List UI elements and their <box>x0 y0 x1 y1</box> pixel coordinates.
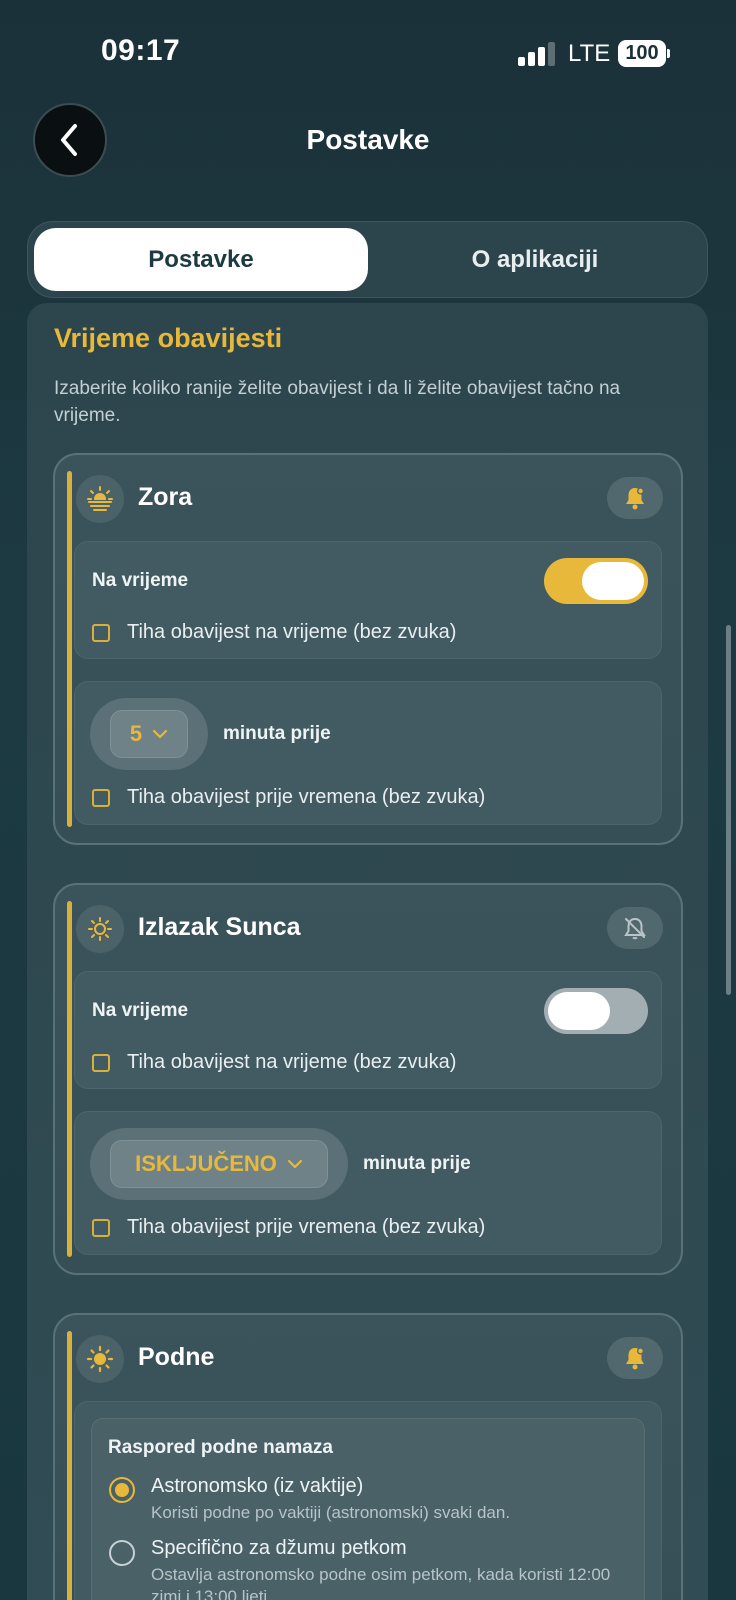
scrollbar[interactable] <box>726 625 731 995</box>
segmented-tabs: Postavke O aplikaciji <box>27 221 708 298</box>
radio-description: Koristi podne po vaktiji (astronomski) s… <box>151 1503 511 1522</box>
card-title: Podne <box>138 1343 215 1371</box>
picker-value: ISKLJUČENO <box>135 1151 277 1176</box>
notification-bell-button[interactable] <box>607 477 663 519</box>
bell-off-icon <box>624 917 646 940</box>
prayer-card-podne: Podne Raspored podne namaza Astronomsko … <box>53 1313 683 1600</box>
battery-icon: 100 <box>618 40 670 67</box>
card-accent-bar <box>67 901 72 1257</box>
card-accent-bar <box>67 471 72 827</box>
prayer-card-izlazak-sunca: Izlazak Sunca Na vrijeme Tiha obavijest … <box>53 883 683 1275</box>
battery-level: 100 <box>618 40 666 67</box>
sunrise-horizon-icon <box>76 475 124 523</box>
section-description: Izaberite koliko ranije želite obavijest… <box>54 378 621 426</box>
before-section: ISKLJUČENO minuta prije Tiha obavijest p… <box>74 1111 662 1255</box>
silent-on-time-checkbox[interactable]: Tiha obavijest na vrijeme (bez zvuka) <box>92 1051 456 1074</box>
section-title: Vrijeme obavijesti <box>54 323 283 353</box>
notification-bell-button[interactable] <box>607 907 663 949</box>
tab-postavke[interactable]: Postavke <box>34 228 368 291</box>
minutes-before-label: minuta prije <box>363 1153 471 1174</box>
silent-before-checkbox[interactable]: Tiha obavijest prije vremena (bez zvuka) <box>92 1216 485 1239</box>
sun-small-icon <box>76 905 124 953</box>
sun-icon <box>76 1335 124 1383</box>
checkbox-label: Tiha obavijest prije vremena (bez zvuka) <box>127 1216 486 1238</box>
settings-panel: Vrijeme obavijesti Izaberite koliko rani… <box>27 303 708 1600</box>
schedule-section: Raspored podne namaza Astronomsko (iz va… <box>74 1401 662 1600</box>
chevron-down-icon <box>287 1159 302 1169</box>
notification-bell-button[interactable] <box>607 1337 663 1379</box>
radio-description: Ostavlja astronomsko podne osim petkom, … <box>151 1565 611 1600</box>
minutes-picker[interactable]: ISKLJUČENO <box>90 1128 348 1200</box>
signal-icon <box>518 42 556 66</box>
tab-o-aplikaciji[interactable]: O aplikaciji <box>368 228 702 291</box>
on-time-toggle[interactable] <box>544 558 648 604</box>
card-accent-bar <box>67 1331 72 1600</box>
checkbox-label: Tiha obavijest na vrijeme (bez zvuka) <box>127 1051 457 1073</box>
schedule-title: Raspored podne namaza <box>108 1437 333 1458</box>
network-label: LTE <box>568 40 611 67</box>
bell-on-icon <box>626 1347 644 1370</box>
on-time-toggle[interactable] <box>544 988 648 1034</box>
chevron-down-icon <box>153 729 168 739</box>
radio-astronomsko[interactable] <box>109 1477 135 1503</box>
radio-dzuma[interactable] <box>109 1540 135 1566</box>
page-title: Postavke <box>306 124 430 155</box>
on-time-label: Na vrijeme <box>92 570 189 591</box>
checkbox-label: Tiha obavijest prije vremena (bez zvuka) <box>127 786 486 808</box>
silent-on-time-checkbox[interactable]: Tiha obavijest na vrijeme (bez zvuka) <box>92 621 456 644</box>
radio-label: Astronomsko (iz vaktije) <box>151 1475 364 1497</box>
prayer-card-zora: Zora Na vrijeme Tiha obavijest na vrijem… <box>53 453 683 845</box>
on-time-section: Na vrijeme Tiha obavijest na vrijeme (be… <box>74 971 662 1089</box>
card-title: Izlazak Sunca <box>138 913 301 941</box>
checkbox-label: Tiha obavijest na vrijeme (bez zvuka) <box>127 621 457 643</box>
minutes-before-label: minuta prije <box>223 723 331 744</box>
picker-value: 5 <box>129 721 143 746</box>
card-title: Zora <box>138 483 193 511</box>
before-section: 5 minuta prije Tiha obavijest prije vrem… <box>74 681 662 825</box>
bell-on-icon <box>626 487 644 510</box>
silent-before-checkbox[interactable]: Tiha obavijest prije vremena (bez zvuka) <box>92 786 485 809</box>
schedule-options: Raspored podne namaza Astronomsko (iz va… <box>91 1418 645 1600</box>
status-bar: 09:17 LTE 100 <box>0 0 736 100</box>
radio-label: Specifično za džumu petkom <box>151 1537 407 1559</box>
on-time-section: Na vrijeme Tiha obavijest na vrijeme (be… <box>74 541 662 659</box>
status-time: 09:17 <box>101 34 181 67</box>
minutes-picker[interactable]: 5 <box>90 698 208 770</box>
on-time-label: Na vrijeme <box>92 1000 189 1021</box>
